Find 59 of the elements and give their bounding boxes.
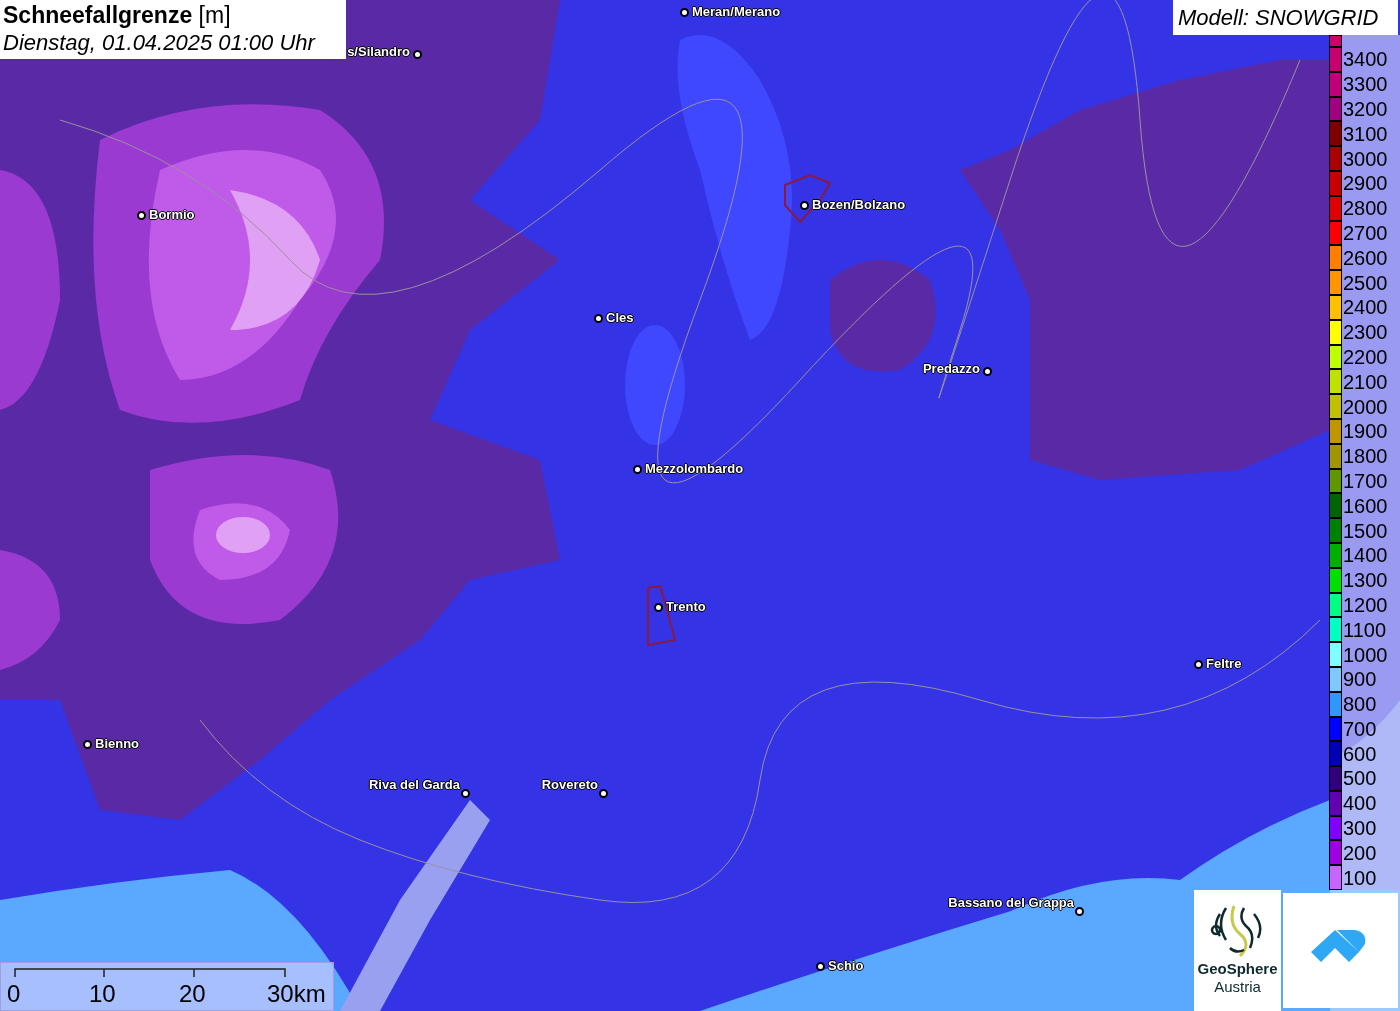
city-label: Trento <box>666 599 706 614</box>
legend-value: 3400 <box>1343 48 1388 71</box>
legend-value: 200 <box>1343 841 1377 864</box>
legend-value: 800 <box>1343 693 1377 716</box>
city-label: Feltre <box>1206 656 1242 671</box>
legend-value: 1600 <box>1343 494 1388 517</box>
city-label: Bassano del Grappa <box>948 895 1074 910</box>
legend-value: 2100 <box>1343 370 1388 393</box>
legend-value: 1400 <box>1343 544 1388 567</box>
legend-value: 1100 <box>1343 618 1386 641</box>
legend-value: 2400 <box>1343 296 1388 319</box>
legend-value: 2900 <box>1343 172 1388 195</box>
legend-value: 3200 <box>1343 97 1388 120</box>
legend-value: 2800 <box>1343 197 1388 220</box>
scale-label: 0 <box>7 979 21 1009</box>
logo-name: GeoSphere <box>1197 960 1278 978</box>
legend-value: 2700 <box>1343 221 1388 244</box>
legend-value: 100 <box>1343 866 1377 889</box>
legend-value: 3000 <box>1343 147 1388 170</box>
legend-value: 400 <box>1343 792 1377 815</box>
city-label: Mezzolombardo <box>645 461 744 476</box>
legend-value: 1300 <box>1343 569 1388 592</box>
legend-value: 300 <box>1343 817 1377 840</box>
city-label: Meran/Merano <box>692 4 781 19</box>
legend-value: 1700 <box>1343 469 1388 492</box>
city-label: Bozen/Bolzano <box>812 197 906 212</box>
legend-value: 1000 <box>1343 643 1388 666</box>
scale-label: 30km <box>267 979 326 1009</box>
legend-value: 2600 <box>1343 246 1388 269</box>
legend-value: 3100 <box>1343 122 1388 145</box>
legend-value: 600 <box>1343 742 1377 765</box>
legend-value: 500 <box>1343 767 1377 790</box>
legend-value: 1500 <box>1343 519 1388 542</box>
city-label: Bienno <box>95 736 140 751</box>
city-label: Bormio <box>149 207 195 222</box>
city-label: Predazzo <box>922 361 980 376</box>
scale-ruler-icon <box>14 968 286 978</box>
legend-value: 2500 <box>1343 271 1388 294</box>
legend-value: 2200 <box>1343 345 1388 368</box>
model-label: Modell: SNOWGRID <box>1173 0 1398 35</box>
legend-value: 1200 <box>1343 593 1388 616</box>
city-label: Rovereto <box>541 777 598 792</box>
city-label: s/Silandro <box>347 44 410 59</box>
legend-value: 2300 <box>1343 321 1388 344</box>
scale-label: 10 <box>89 979 116 1009</box>
legend-value: 700 <box>1343 717 1377 740</box>
legend-value: 1900 <box>1343 420 1388 443</box>
legend-value: 3300 <box>1343 73 1388 96</box>
city-label: Cles <box>606 310 634 325</box>
legend-swatch <box>1329 35 1342 47</box>
scale-label: 20 <box>179 979 206 1009</box>
legend-value: 1800 <box>1343 445 1388 468</box>
date-time: Dienstag, 01.04.2025 01:00 Uhr <box>3 29 317 57</box>
city-label: Riva del Garda <box>368 777 460 792</box>
legend-value: 900 <box>1343 668 1377 691</box>
legend-value: 2000 <box>1343 395 1388 418</box>
map-title: Schneefallgrenze [m] <box>3 2 232 29</box>
city-label: Schio <box>828 958 864 973</box>
logo-country: Austria <box>1214 978 1261 996</box>
